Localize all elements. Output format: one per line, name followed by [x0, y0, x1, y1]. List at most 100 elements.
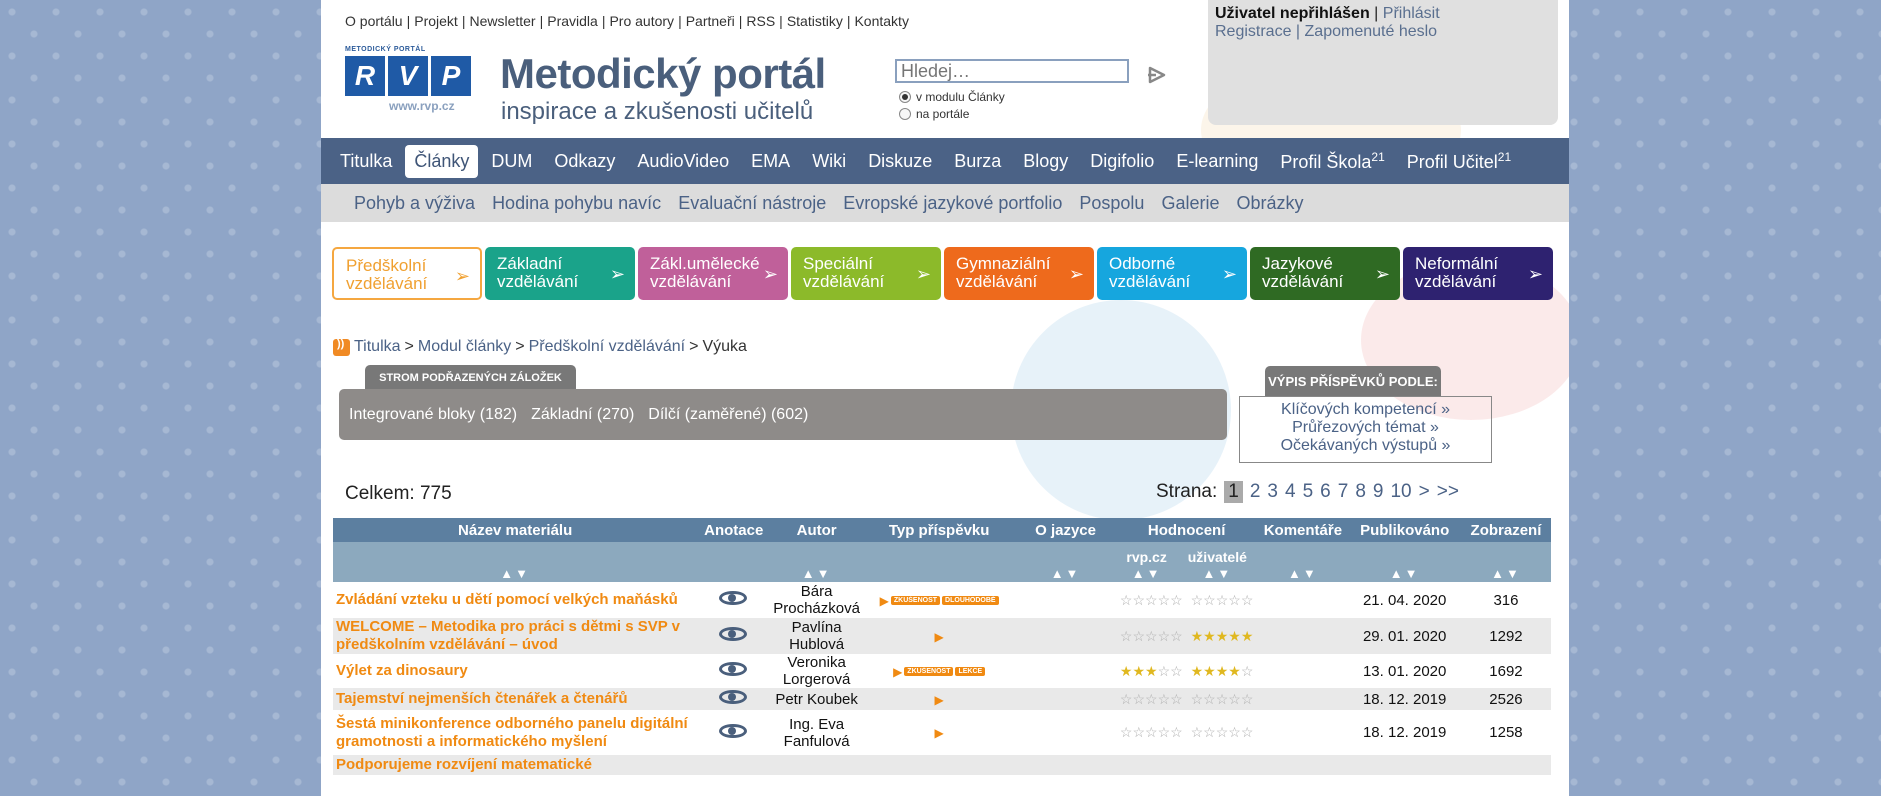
subnav-item[interactable]: Evaluační nástroje: [678, 193, 826, 214]
pager-next-link[interactable]: >: [1419, 481, 1430, 503]
nav-item[interactable]: Titulka: [331, 145, 401, 178]
nav-item[interactable]: Digifolio: [1081, 145, 1163, 178]
sort-arrows-icon[interactable]: ▲▼: [802, 566, 832, 581]
category-button[interactable]: Gymnaziální vzdělávání ➢: [944, 247, 1094, 300]
pager-last-link[interactable]: >>: [1437, 481, 1459, 503]
nav-item[interactable]: Profil Škola21: [1271, 144, 1393, 179]
subnav-item[interactable]: Pohyb a výživa: [354, 193, 475, 214]
sort-arrows-icon[interactable]: ▲▼: [1051, 566, 1081, 581]
eye-icon[interactable]: [718, 625, 749, 643]
material-title-link[interactable]: WELCOME – Metodika pro práci s dětmi s S…: [336, 618, 680, 653]
nav-item[interactable]: E-learning: [1167, 145, 1267, 178]
nav-item[interactable]: Blogy: [1014, 145, 1077, 178]
pager-page-link[interactable]: 9: [1373, 481, 1384, 503]
nav-item[interactable]: EMA: [742, 145, 799, 178]
nav-item[interactable]: AudioVideo: [628, 145, 738, 178]
material-title-link[interactable]: Tajemství nejmenších čtenářek a čtenářů: [336, 690, 628, 707]
sort-arrows-icon[interactable]: ▲▼: [1132, 566, 1162, 581]
nav-item[interactable]: Profil Učitel21: [1398, 144, 1520, 179]
login-link[interactable]: Přihlásit: [1383, 5, 1440, 22]
rvp-rating[interactable]: ★★★☆☆: [1120, 663, 1183, 680]
material-title-link[interactable]: Podporujeme rozvíjení matematické: [336, 756, 592, 773]
top-link[interactable]: Pro autory: [609, 13, 674, 29]
rvp-rating[interactable]: ☆☆☆☆☆: [1120, 691, 1183, 708]
eye-icon[interactable]: [718, 660, 749, 678]
top-link[interactable]: O portálu: [345, 13, 403, 29]
user-rating[interactable]: ★★★★☆: [1191, 663, 1254, 680]
site-title[interactable]: Metodický portál: [500, 50, 826, 98]
search-submit-icon[interactable]: [1147, 65, 1167, 85]
sort-arrows-icon[interactable]: ▲▼: [1202, 566, 1232, 581]
top-link[interactable]: Projekt: [414, 13, 458, 29]
top-link[interactable]: Statistiky: [787, 13, 843, 29]
nav-item[interactable]: Články: [405, 144, 479, 178]
nav-item[interactable]: Diskuze: [859, 145, 941, 178]
pager-page-link[interactable]: 8: [1355, 481, 1366, 503]
listing-link[interactable]: Očekávaných výstupů »: [1240, 437, 1491, 455]
eye-icon[interactable]: [718, 688, 749, 706]
nav-item[interactable]: Odkazy: [545, 145, 624, 178]
category-button[interactable]: Zákl.umělecké vzdělávání ➢: [638, 247, 788, 300]
sort-cell: ▲▼: [1348, 542, 1461, 582]
eye-icon[interactable]: [718, 589, 749, 607]
subnav-item[interactable]: Hodina pohybu navíc: [492, 193, 661, 214]
pager-page-link[interactable]: 2: [1250, 481, 1261, 503]
top-link[interactable]: Pravidla: [547, 13, 598, 29]
breadcrumb-link[interactable]: Titulka: [354, 338, 401, 356]
breadcrumb-link[interactable]: Předškolní vzdělávání: [529, 338, 686, 356]
user-rating[interactable]: ☆☆☆☆☆: [1191, 724, 1254, 741]
nav-item[interactable]: Burza: [945, 145, 1010, 178]
listing-link[interactable]: Klíčových kompetencí »: [1240, 401, 1491, 419]
material-title-link[interactable]: Výlet za dinosaury: [336, 662, 468, 679]
pager-page-link[interactable]: 4: [1285, 481, 1296, 503]
sort-arrows-icon[interactable]: ▲▼: [1288, 566, 1318, 581]
search-scope-portal[interactable]: na portále: [899, 107, 969, 121]
subtab-link[interactable]: Dílčí (zaměřené) (602): [648, 406, 808, 424]
pager-page-link[interactable]: 5: [1303, 481, 1314, 503]
material-title-link[interactable]: Zvládání vzteku u dětí pomocí velkých ma…: [336, 591, 678, 608]
rvp-logo[interactable]: R V P: [345, 56, 471, 96]
register-link[interactable]: Registrace: [1215, 23, 1291, 40]
breadcrumb-link[interactable]: Modul články: [418, 338, 511, 356]
pager-page-link[interactable]: 6: [1320, 481, 1331, 503]
subnav-item[interactable]: Evropské jazykové portfolio: [843, 193, 1062, 214]
search-scope-module[interactable]: v modulu Články: [899, 90, 1005, 104]
category-button[interactable]: Jazykové vzdělávání ➢: [1250, 247, 1400, 300]
sort-arrows-icon[interactable]: ▲▼: [500, 566, 530, 581]
top-link[interactable]: Partneři: [686, 13, 735, 29]
user-rating[interactable]: ★★★★★: [1191, 628, 1254, 645]
sort-arrows-icon[interactable]: ▲▼: [1390, 566, 1420, 581]
top-link[interactable]: RSS: [746, 13, 775, 29]
top-link[interactable]: Newsletter: [469, 13, 535, 29]
top-link[interactable]: Kontakty: [854, 13, 908, 29]
rvp-rating[interactable]: ☆☆☆☆☆: [1120, 592, 1183, 609]
rss-icon[interactable]: [333, 338, 350, 356]
pager-page-link[interactable]: 7: [1338, 481, 1349, 503]
nav-item[interactable]: DUM: [482, 145, 541, 178]
radio-icon[interactable]: [899, 108, 911, 120]
subnav-item[interactable]: Pospolu: [1079, 193, 1144, 214]
sort-arrows-icon[interactable]: ▲▼: [1491, 566, 1521, 581]
category-button[interactable]: Speciální vzdělávání ➢: [791, 247, 941, 300]
material-title-link[interactable]: Šestá minikonference odborného panelu di…: [336, 715, 688, 750]
subtab-link[interactable]: Základní (270): [531, 406, 634, 424]
eye-icon[interactable]: [718, 722, 749, 740]
pager-page-link[interactable]: 3: [1267, 481, 1278, 503]
pager-page-link[interactable]: 10: [1390, 481, 1411, 503]
user-rating[interactable]: ☆☆☆☆☆: [1191, 691, 1254, 708]
user-rating[interactable]: ☆☆☆☆☆: [1191, 592, 1254, 609]
category-button[interactable]: Základní vzdělávání ➢: [485, 247, 635, 300]
rvp-rating[interactable]: ☆☆☆☆☆: [1120, 724, 1183, 741]
category-button[interactable]: Neformální vzdělávání ➢: [1403, 247, 1553, 300]
category-button[interactable]: Předškolní vzdělávání ➢: [332, 247, 482, 300]
radio-icon[interactable]: [899, 91, 911, 103]
search-input[interactable]: [895, 59, 1129, 83]
subnav-item[interactable]: Obrázky: [1236, 193, 1303, 214]
subnav-item[interactable]: Galerie: [1161, 193, 1219, 214]
category-button[interactable]: Odborné vzdělávání ➢: [1097, 247, 1247, 300]
forgot-password-link[interactable]: Zapomenuté heslo: [1305, 23, 1438, 40]
nav-item[interactable]: Wiki: [803, 145, 855, 178]
listing-link[interactable]: Průřezových témat »: [1240, 419, 1491, 437]
rvp-rating[interactable]: ☆☆☆☆☆: [1120, 628, 1183, 645]
subtab-link[interactable]: Integrované bloky (182): [349, 406, 517, 424]
